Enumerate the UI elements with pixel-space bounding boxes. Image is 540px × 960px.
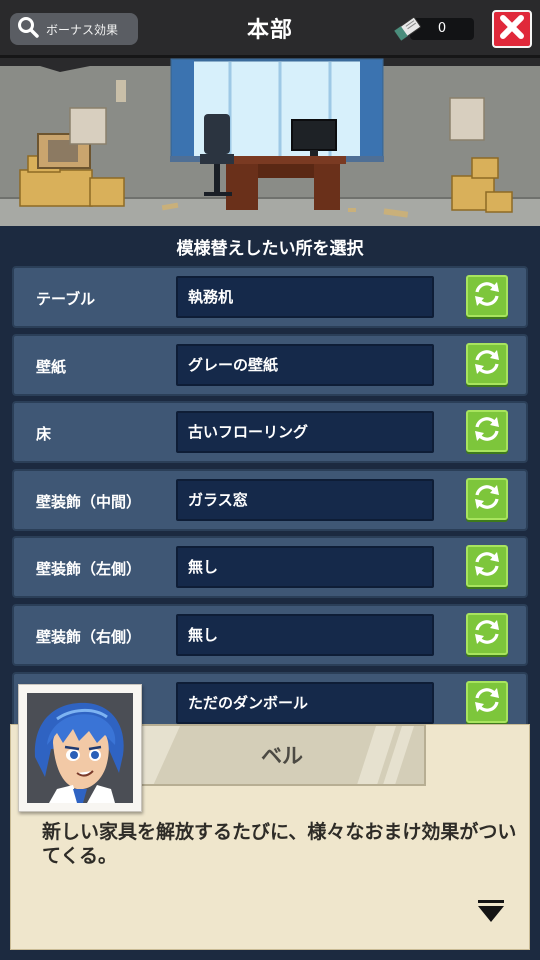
search-icon xyxy=(16,15,40,43)
row-label: 壁装飾（中間） xyxy=(36,492,142,511)
speaker-name: ベル xyxy=(261,744,303,768)
bonus-effect-label: ボーナス効果 xyxy=(46,22,119,37)
top-bar: ボーナス効果 本部 0 xyxy=(0,0,540,58)
row-floor: 床 古いフローリング xyxy=(12,401,528,464)
row-label: 壁紙 xyxy=(36,357,67,376)
swap-button[interactable] xyxy=(466,410,508,453)
swap-icon xyxy=(472,685,502,719)
swap-button[interactable] xyxy=(466,275,508,317)
token-counter: 0 xyxy=(392,12,484,44)
swap-button[interactable] xyxy=(466,545,508,588)
customization-list: テーブル 執務机 壁紙 グレーの壁紙 床 古いフローリング 壁装飾（中間） ガラ… xyxy=(12,266,528,739)
close-button[interactable] xyxy=(492,10,532,48)
row-value-field[interactable]: グレーの壁紙 xyxy=(176,343,434,386)
speaker-portrait xyxy=(18,684,142,812)
headquarters-screen: ボーナス効果 本部 0 模様替えしたい所を選択 テーブル 執務机 壁紙 グレーの… xyxy=(0,0,540,960)
swap-icon xyxy=(472,482,502,516)
row-value-field[interactable]: 執務机 xyxy=(176,276,434,318)
row-label: テーブル xyxy=(36,290,96,308)
dialog-message: 新しい家具を解放するたびに、様々なおまけ効果がついてくる。 xyxy=(42,821,517,867)
swap-icon xyxy=(472,549,502,583)
office-scene xyxy=(0,58,540,226)
dialog-box[interactable]: ベル 新しい家具を解放するたびに、様々なおまけ効果がついてくる。 xyxy=(10,684,530,950)
speaker-name-plate: ベル xyxy=(138,724,426,786)
ticket-icon xyxy=(392,14,422,46)
row-value-field[interactable]: 古いフローリング xyxy=(176,411,434,454)
row-table: テーブル 執務机 xyxy=(12,266,528,328)
swap-icon xyxy=(472,617,502,651)
row-value-field[interactable]: ガラス窓 xyxy=(176,478,434,521)
swap-button[interactable] xyxy=(466,477,508,520)
swap-icon xyxy=(472,279,502,313)
bonus-effect-button[interactable]: ボーナス効果 xyxy=(10,13,138,45)
close-icon xyxy=(498,13,526,45)
row-label: 壁装飾（左側） xyxy=(36,560,142,579)
panel-heading: 模様替えしたい所を選択 xyxy=(176,239,364,259)
row-label: 床 xyxy=(36,425,52,444)
row-wall-deco-center: 壁装飾（中間） ガラス窓 xyxy=(12,468,528,531)
swap-button[interactable] xyxy=(466,342,508,385)
row-wallpaper: 壁紙 グレーの壁紙 xyxy=(12,333,528,396)
row-label: 壁装飾（右側） xyxy=(36,627,142,646)
page-title: 本部 xyxy=(246,18,293,43)
row-value-field[interactable]: 無し xyxy=(176,546,434,589)
row-value-field[interactable]: ただのダンボール xyxy=(176,681,434,724)
swap-icon xyxy=(472,414,502,448)
swap-button[interactable] xyxy=(466,612,508,655)
avatar xyxy=(27,693,133,803)
row-wall-deco-left: 壁装飾（左側） 無し xyxy=(12,536,528,599)
next-arrow-icon[interactable] xyxy=(476,900,506,924)
row-value-field[interactable]: 無し xyxy=(176,613,434,656)
bottom-strip xyxy=(0,950,540,960)
row-wall-deco-right: 壁装飾（右側） 無し xyxy=(12,603,528,666)
swap-icon xyxy=(472,347,502,381)
swap-button[interactable] xyxy=(466,680,508,723)
